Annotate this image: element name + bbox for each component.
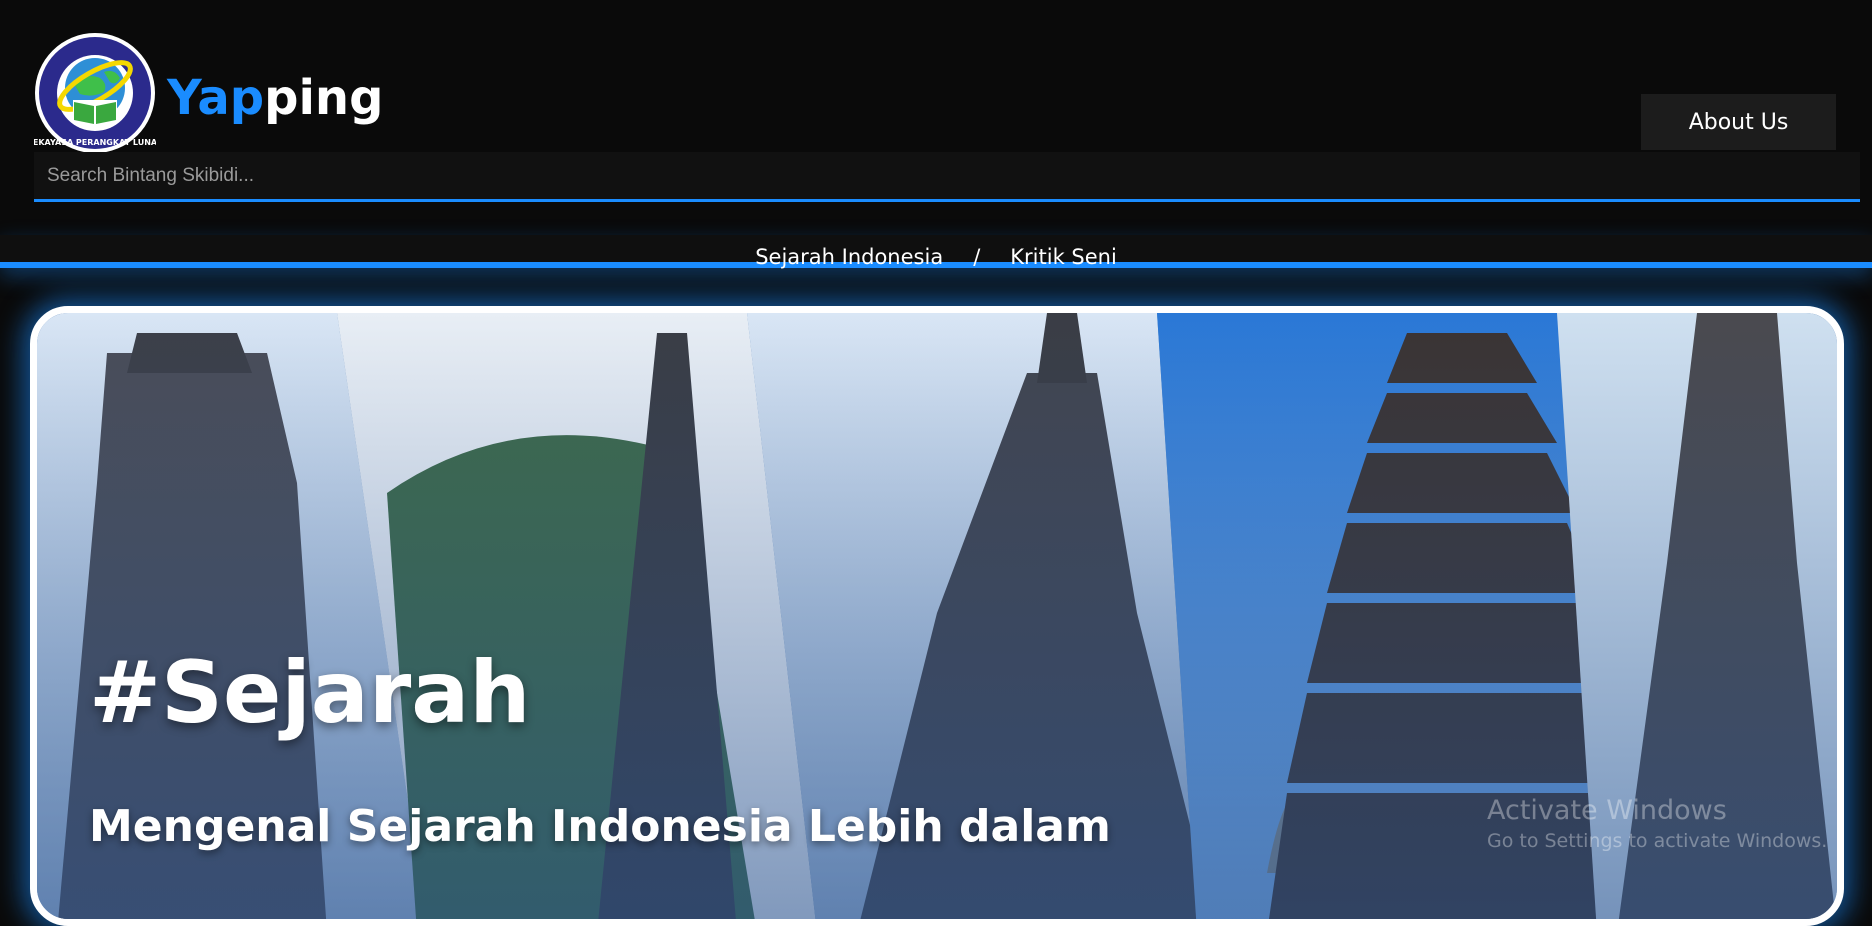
watermark-title: Activate Windows (1487, 795, 1727, 826)
activate-windows-watermark: Activate Windows Go to Settings to activ… (1487, 795, 1827, 852)
watermark-subtitle: Go to Settings to activate Windows. (1487, 830, 1828, 852)
brand-part-1: Yap (167, 70, 265, 126)
site-header: REKAYASA PERANGKAT LUNAK Yapping About U… (0, 0, 1872, 235)
rpl-logo[interactable]: REKAYASA PERANGKAT LUNAK (34, 32, 156, 154)
brand-name[interactable]: Yapping (167, 70, 383, 126)
hero-tag: #Sejarah (89, 643, 531, 743)
search-bar (34, 152, 1860, 202)
search-input[interactable] (34, 152, 1860, 199)
nav-item-sejarah-indonesia[interactable]: Sejarah Indonesia (755, 245, 943, 269)
about-us-button[interactable]: About Us (1641, 94, 1836, 150)
nav-separator: / (973, 244, 981, 269)
hero-subtitle: Mengenal Sejarah Indonesia Lebih dalam (89, 801, 1111, 852)
nav-item-kritik-seni[interactable]: Kritik Seni (1010, 245, 1117, 269)
brand-part-2: ping (264, 70, 384, 126)
category-nav: Sejarah Indonesia / Kritik Seni (0, 235, 1872, 269)
logo-ring-text: REKAYASA PERANGKAT LUNAK (34, 138, 156, 147)
